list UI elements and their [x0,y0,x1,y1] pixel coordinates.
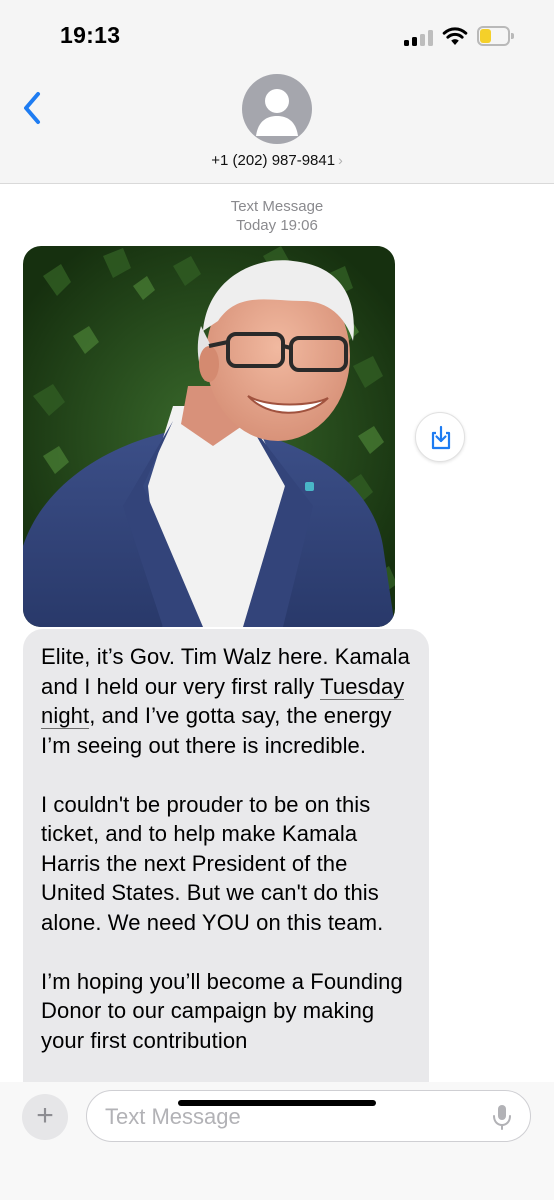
plus-icon: + [36,1099,54,1132]
battery-level [480,29,491,43]
message-paragraph: I couldn't be prouder to be on this tick… [41,791,384,935]
signal-bar [404,40,409,46]
signal-bar [420,34,425,46]
battery-nub [511,33,514,39]
photo-icon [23,246,395,627]
message-meta: Text Message Today 19:06 [0,197,554,235]
message-input-placeholder: Text Message [105,1104,241,1129]
service-label: Text Message [230,198,324,215]
status-time: 19:13 [60,22,121,48]
signal-bar [428,30,433,46]
save-to-photos-icon [431,425,451,450]
message-text: , and I’ve gotta say, the energy I’m see… [41,703,392,758]
cellular-signal-icon [404,30,434,46]
message-input[interactable]: Text Message [86,1090,531,1142]
contact-name-button[interactable]: +1 (202) 987-9841 › [0,152,554,169]
status-bar: 19:13 [0,0,554,70]
signal-bar [412,37,417,46]
message-timestamp: Today 19:06 [236,217,318,234]
chevron-left-icon [24,92,40,124]
photo-attachment[interactable] [23,246,395,627]
apps-plus-button[interactable]: + [22,1094,68,1140]
save-photo-button[interactable] [415,412,465,462]
contact-name: +1 (202) 987-9841 [211,152,336,169]
message-paragraph: I’m hoping you’ll become a Founding Dono… [41,968,403,1053]
person-icon [256,89,298,136]
home-indicator [178,1100,376,1106]
back-button[interactable] [18,88,48,128]
conversation-header: +1 (202) 987-9841 › [0,70,554,184]
wifi-icon [442,27,468,45]
battery-icon [477,26,514,46]
message-paragraph: Elite, it’s Gov. Tim Walz here. Kamala a… [41,642,415,760]
microphone-icon[interactable] [491,1104,513,1130]
message-composer: + Text Message [0,1082,554,1200]
contact-avatar[interactable] [242,74,312,144]
chevron-right-icon: › [338,152,343,168]
